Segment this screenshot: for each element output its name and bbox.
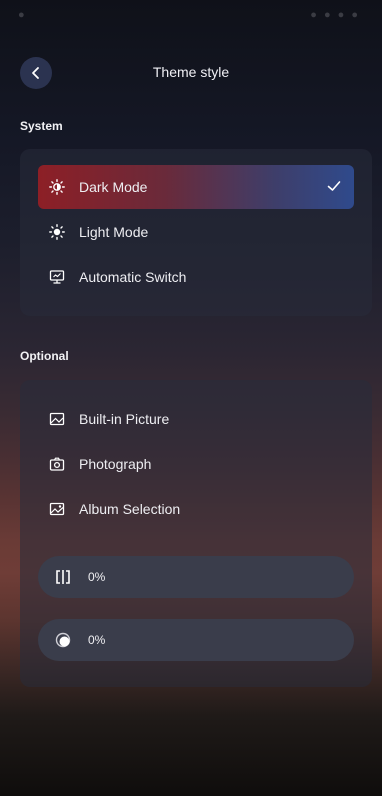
option-dark-mode[interactable]: Dark Mode bbox=[38, 165, 354, 209]
section-title-system: System bbox=[20, 119, 63, 133]
brightness-slider[interactable]: 0% bbox=[38, 619, 354, 661]
option-light-mode[interactable]: Light Mode bbox=[38, 210, 354, 254]
camera-icon bbox=[49, 456, 65, 472]
optional-card: Built-in Picture Photograph Album Select… bbox=[20, 380, 372, 687]
sun-icon bbox=[49, 224, 65, 240]
option-label: Album Selection bbox=[79, 501, 181, 517]
option-built-in-picture[interactable]: Built-in Picture bbox=[38, 397, 354, 441]
brightness-value: 0% bbox=[88, 633, 106, 647]
brightness-icon bbox=[54, 631, 72, 649]
blur-icon bbox=[54, 568, 72, 586]
theme-style-screen: ● ● ● ● ● Theme style System Dark Mode L… bbox=[0, 0, 382, 796]
image-icon bbox=[49, 411, 65, 427]
option-label: Built-in Picture bbox=[79, 411, 170, 427]
option-label: Automatic Switch bbox=[79, 269, 187, 285]
album-icon bbox=[49, 501, 65, 517]
blur-slider[interactable]: 0% bbox=[38, 556, 354, 598]
blur-value: 0% bbox=[88, 570, 106, 584]
option-label: Light Mode bbox=[79, 224, 149, 240]
page-title: Theme style bbox=[152, 64, 230, 80]
option-automatic-switch[interactable]: Automatic Switch bbox=[38, 255, 354, 299]
status-time-icon: ● bbox=[18, 9, 25, 21]
status-icons: ● ● ● ● bbox=[310, 9, 360, 21]
check-icon bbox=[327, 181, 341, 191]
status-bar: ● ● ● ● ● bbox=[0, 0, 382, 30]
system-card: Dark Mode Light Mode Automatic Switch bbox=[20, 149, 372, 316]
option-photograph[interactable]: Photograph bbox=[38, 442, 354, 486]
monitor-icon bbox=[49, 269, 65, 285]
option-label: Photograph bbox=[79, 456, 152, 472]
option-label: Dark Mode bbox=[79, 179, 148, 195]
option-album-selection[interactable]: Album Selection bbox=[38, 487, 354, 531]
section-title-optional: Optional bbox=[20, 349, 69, 363]
sun-half-icon bbox=[49, 179, 65, 195]
